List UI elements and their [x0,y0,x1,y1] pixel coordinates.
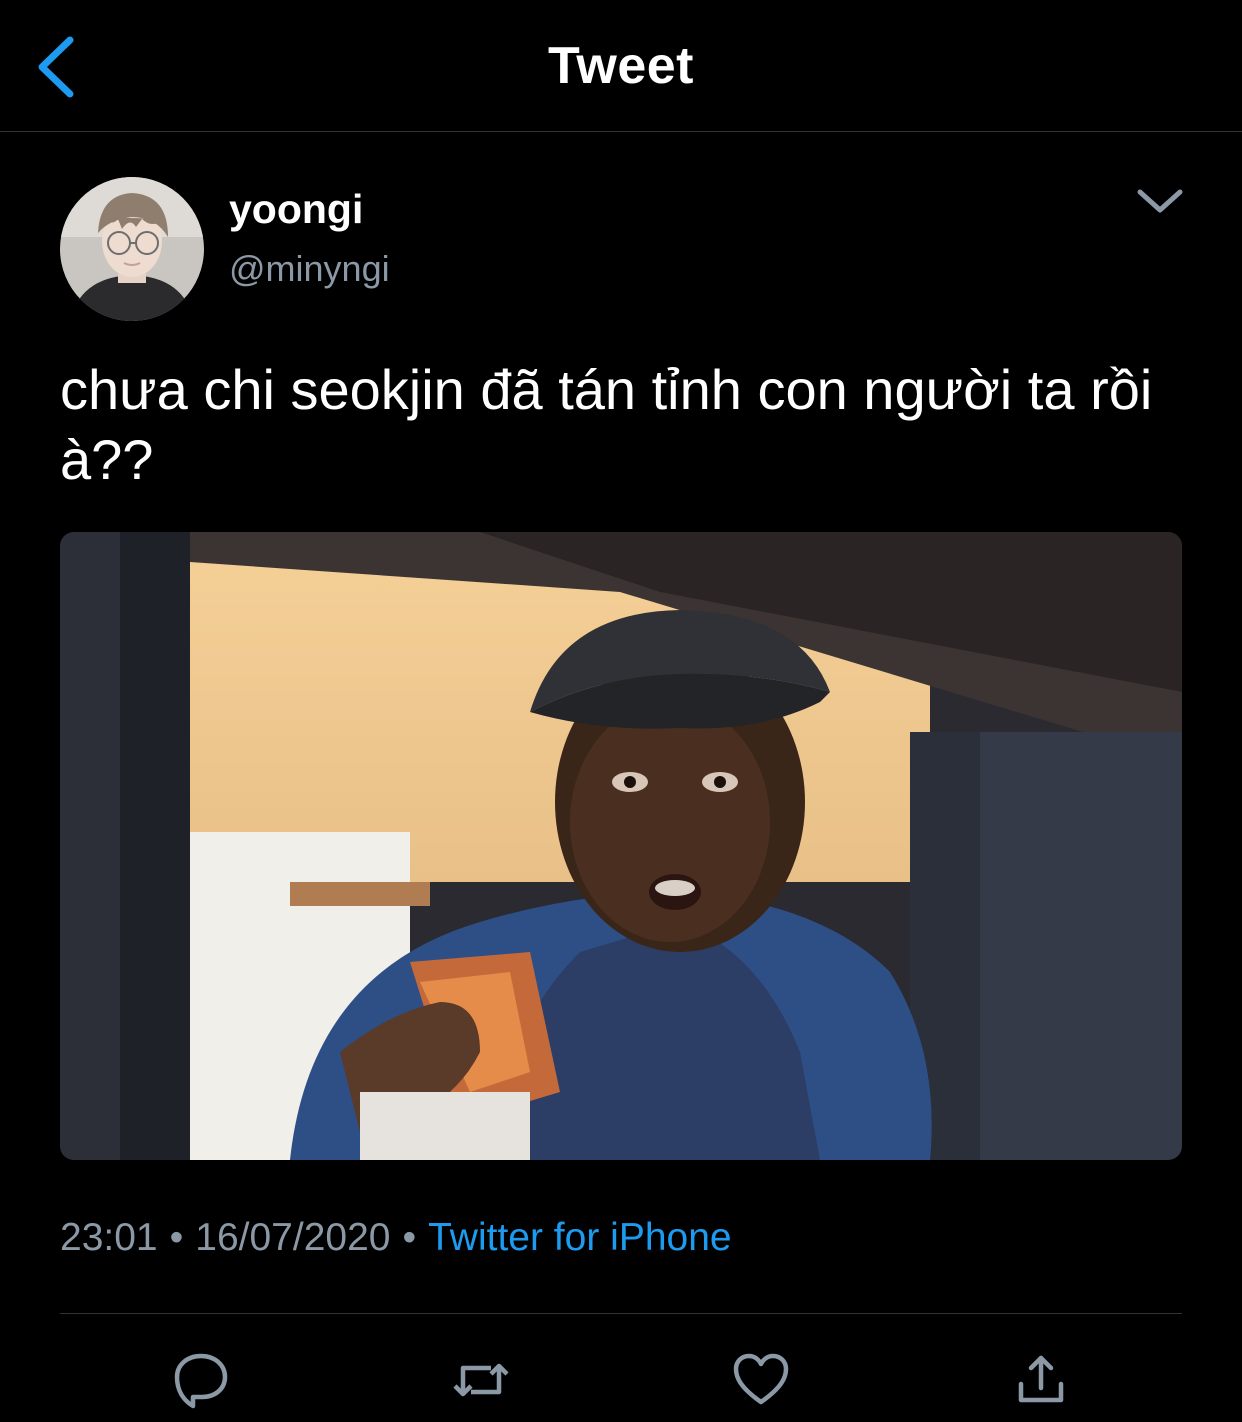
avatar-image [60,177,204,321]
tweet-media-image[interactable] [60,532,1182,1160]
meta-separator: • [402,1216,417,1259]
chevron-down-icon [1137,189,1183,213]
heart-icon [733,1353,789,1405]
top-bar: Tweet [0,0,1242,132]
divider [60,1313,1182,1314]
like-button[interactable] [731,1350,791,1410]
share-icon [1018,1355,1064,1403]
meme-photo [60,532,1182,1160]
tweet-time: 23:01 [60,1216,158,1259]
retweet-icon [453,1363,509,1397]
meta-separator: • [169,1216,184,1259]
tweet-text: chưa chi seokjin đã tán tỉnh con người t… [60,358,1153,491]
page-title: Tweet [547,37,694,95]
retweet-button[interactable] [451,1350,511,1410]
share-button[interactable] [1011,1350,1071,1410]
avatar[interactable] [60,177,204,321]
more-options-button[interactable] [1130,180,1190,224]
author-handle[interactable]: @minyngi [229,248,390,290]
tweet-date: 16/07/2020 [195,1216,391,1259]
author-name[interactable]: yoongi [229,186,363,232]
reply-icon [174,1353,228,1409]
tweet-source-link[interactable]: Twitter for iPhone [428,1216,731,1259]
tweet-meta: 23:01 • 16/07/2020 • Twitter for iPhone [60,1215,732,1261]
reply-button[interactable] [171,1350,231,1410]
